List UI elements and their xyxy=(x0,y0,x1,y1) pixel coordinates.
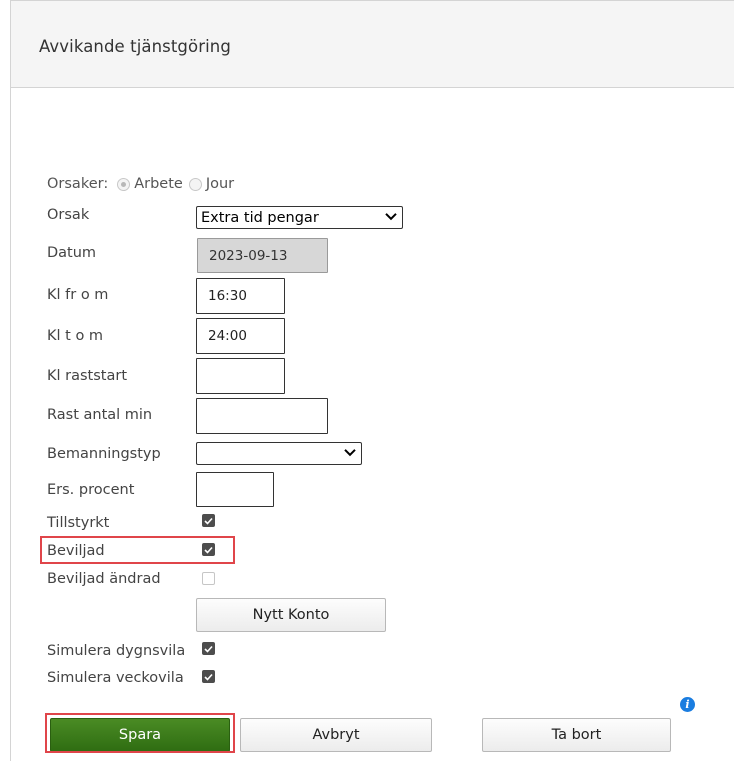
radio-jour[interactable] xyxy=(188,177,202,191)
radio-arbete-label[interactable]: Arbete xyxy=(134,176,183,192)
bemanningstyp-select[interactable] xyxy=(196,442,362,465)
panel-title: Avvikande tjänstgöring xyxy=(39,37,231,56)
beviljad-andrad-checkbox[interactable] xyxy=(202,572,215,585)
kl-from-label: Kl fr o m xyxy=(47,287,109,303)
info-icon[interactable]: i xyxy=(680,697,695,712)
tillstyrkt-label: Tillstyrkt xyxy=(47,515,110,531)
ers-procent-input[interactable] xyxy=(196,472,274,507)
rast-antal-min-input[interactable] xyxy=(196,398,328,434)
orsaker-radio-group: Orsaker: Arbete Jour xyxy=(47,176,234,192)
bemanningstyp-label: Bemanningstyp xyxy=(47,446,161,462)
kl-raststart-input[interactable] xyxy=(196,358,285,394)
orsaker-label: Orsaker: xyxy=(47,176,109,192)
check-icon xyxy=(204,517,213,525)
simulera-veckovila-label: Simulera veckovila xyxy=(47,670,184,686)
simulera-dygnsvila-label: Simulera dygnsvila xyxy=(47,643,186,659)
spara-highlight xyxy=(45,713,235,753)
beviljad-highlight xyxy=(40,536,235,564)
tillstyrkt-checkbox[interactable] xyxy=(202,514,215,527)
kl-raststart-label: Kl raststart xyxy=(47,368,128,384)
simulera-veckovila-checkbox[interactable] xyxy=(202,670,215,683)
rast-antal-min-label: Rast antal min xyxy=(47,407,153,423)
orsak-label: Orsak xyxy=(47,207,90,223)
kl-from-input[interactable]: 16:30 xyxy=(196,278,285,314)
beviljad-andrad-label: Beviljad ändrad xyxy=(47,571,161,587)
radio-jour-label[interactable]: Jour xyxy=(206,176,234,192)
orsak-select-value: Extra tid pengar xyxy=(201,209,319,226)
datum-label: Datum xyxy=(47,245,97,261)
simulera-dygnsvila-checkbox[interactable] xyxy=(202,642,215,655)
orsak-select[interactable]: Extra tid pengar xyxy=(196,206,403,229)
panel-header: Avvikande tjänstgöring xyxy=(11,1,734,88)
check-icon xyxy=(204,673,213,681)
kl-tom-label: Kl t o m xyxy=(47,328,104,344)
ers-procent-label: Ers. procent xyxy=(47,482,135,498)
nytt-konto-button[interactable]: Nytt Konto xyxy=(196,598,386,632)
radio-arbete[interactable] xyxy=(117,177,131,191)
chevron-down-icon xyxy=(385,210,397,223)
datum-field[interactable]: 2023-09-13 xyxy=(197,238,328,273)
chevron-down-icon xyxy=(344,446,356,459)
kl-tom-input[interactable]: 24:00 xyxy=(196,318,285,354)
check-icon xyxy=(204,645,213,653)
